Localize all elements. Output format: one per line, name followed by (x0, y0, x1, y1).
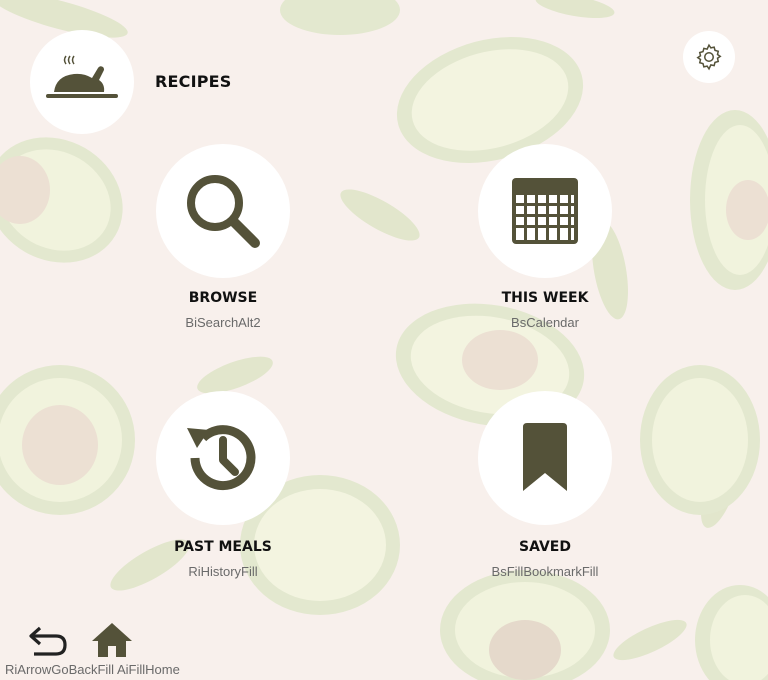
back-button[interactable] (28, 624, 68, 662)
settings-button[interactable] (683, 31, 735, 83)
saved-label: SAVED (519, 539, 571, 555)
roast-chicken-icon (46, 55, 118, 98)
saved-button[interactable] (478, 391, 612, 525)
app-logo[interactable] (30, 30, 134, 134)
search-icon (187, 175, 260, 248)
past-meals-icon-name: RiHistoryFill (188, 564, 258, 579)
history-icon (187, 425, 256, 491)
this-week-label: THIS WEEK (501, 290, 589, 306)
this-week-icon-name: BsCalendar (511, 315, 579, 330)
this-week-button[interactable] (478, 144, 612, 278)
browse-button[interactable] (156, 144, 290, 278)
browse-icon-name: BiSearchAlt2 (185, 315, 261, 330)
home-icon (92, 623, 132, 657)
home-icon-name: AiFillHome (117, 662, 180, 677)
app-title: RECIPES (155, 72, 232, 91)
arrow-go-back-icon (29, 626, 67, 656)
gear-icon (696, 43, 722, 71)
past-meals-button[interactable] (156, 391, 290, 525)
bookmark-icon (523, 423, 567, 491)
saved-icon-name: BsFillBookmarkFill (491, 564, 599, 579)
back-icon-name: RiArrowGoBackFill (5, 662, 115, 677)
calendar-icon (512, 178, 578, 244)
home-button[interactable] (91, 622, 133, 662)
browse-label: BROWSE (188, 290, 258, 306)
past-meals-label: PAST MEALS (174, 539, 272, 555)
